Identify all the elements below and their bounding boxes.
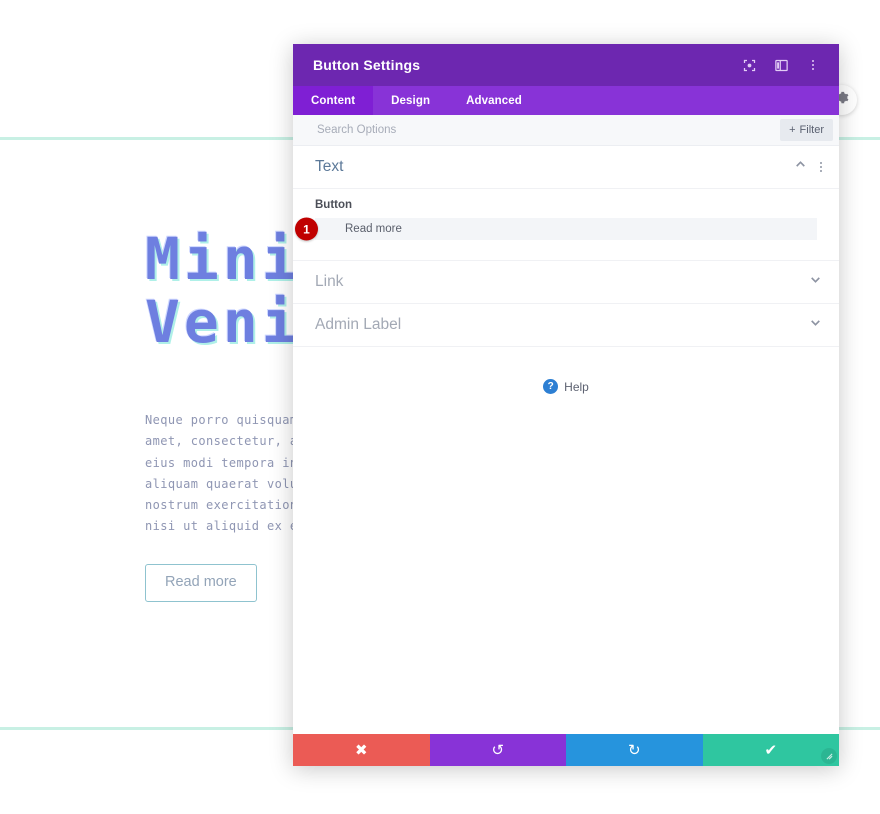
redo-icon: ↻ — [627, 742, 641, 759]
section-header-link[interactable]: Link — [293, 261, 839, 304]
check-icon: ✔ — [764, 742, 778, 759]
hero-read-more-button[interactable]: Read more — [145, 564, 257, 602]
save-button[interactable]: ✔ — [702, 734, 839, 766]
section-header-text[interactable]: Text — [293, 146, 839, 189]
tab-advanced[interactable]: Advanced — [448, 86, 540, 115]
button-settings-modal: Button Settings Content Design Advanced … — [293, 44, 839, 766]
modal-header-icons — [740, 56, 822, 74]
undo-icon: ↺ — [491, 742, 505, 759]
undo-button[interactable]: ↺ — [429, 734, 566, 766]
step-badge-1: 1 — [295, 217, 318, 241]
help-icon: ? — [543, 379, 559, 394]
section-title-text: Text — [315, 158, 344, 175]
redo-button[interactable]: ↻ — [566, 734, 703, 766]
search-options-input[interactable] — [315, 123, 781, 137]
modal-body: Text Button 1 Read more Link Admin Label… — [293, 146, 839, 734]
modal-footer: ✖ ↺ ↻ ✔ — [293, 734, 839, 766]
button-text-input[interactable] — [315, 218, 817, 240]
button-field-row: 1 — [295, 217, 817, 241]
section-text-icons — [794, 158, 822, 176]
section-link-icons — [809, 273, 822, 291]
cancel-button[interactable]: ✖ — [293, 734, 430, 766]
screen: Mini Veni Neque porro quisquam es amet, … — [0, 0, 880, 814]
resize-handle-icon[interactable] — [821, 748, 837, 764]
section-title-admin-label: Admin Label — [315, 316, 402, 333]
filter-button-label: Filter — [799, 124, 824, 136]
modal-tabbar: Content Design Advanced — [293, 86, 839, 115]
chevron-down-icon[interactable] — [809, 273, 822, 291]
help-link[interactable]: ? Help — [293, 347, 839, 394]
chevron-up-icon[interactable] — [794, 158, 807, 176]
help-label: Help — [564, 379, 589, 394]
filter-button[interactable]: + Filter — [780, 119, 833, 141]
section-options-icon[interactable] — [820, 162, 822, 172]
button-field-label: Button — [315, 199, 353, 211]
section-header-admin-label[interactable]: Admin Label — [293, 304, 839, 347]
section-title-link: Link — [315, 273, 344, 290]
search-bar: + Filter — [293, 115, 839, 146]
section-admin-label-icons — [809, 316, 822, 334]
tab-content[interactable]: Content — [293, 86, 374, 115]
more-options-icon[interactable] — [804, 56, 822, 74]
modal-title: Button Settings — [313, 57, 421, 73]
close-icon: ✖ — [354, 742, 368, 759]
tab-design[interactable]: Design — [373, 86, 448, 115]
layout-toggle-icon[interactable] — [772, 56, 790, 74]
plus-icon: + — [789, 124, 796, 136]
modal-header[interactable]: Button Settings — [293, 44, 839, 86]
responsive-preview-icon[interactable] — [740, 56, 758, 74]
button-text-field-block: Button 1 — [293, 189, 839, 261]
chevron-down-icon[interactable] — [809, 316, 822, 334]
